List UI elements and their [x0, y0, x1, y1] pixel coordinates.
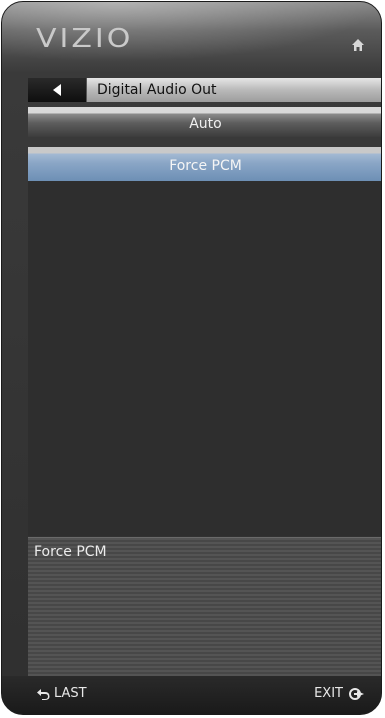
exit-label: EXIT: [314, 686, 343, 701]
home-icon[interactable]: [351, 38, 365, 52]
header: VIZIO: [2, 2, 381, 74]
left-arrow-icon: [53, 84, 61, 96]
last-label: LAST: [54, 686, 87, 701]
option-label: Auto: [189, 116, 222, 132]
footer: LAST EXIT: [2, 676, 381, 714]
menu-list-area: [28, 181, 381, 536]
menu-title: Digital Audio Out: [87, 78, 381, 102]
exit-button[interactable]: EXIT: [314, 686, 365, 701]
option-force-pcm[interactable]: Force PCM: [28, 147, 381, 181]
option-label: Force PCM: [169, 158, 242, 174]
option-auto[interactable]: Auto: [28, 107, 381, 137]
last-button[interactable]: LAST: [36, 686, 87, 701]
menu-titlebar: Digital Audio Out: [28, 78, 381, 102]
description-text: Force PCM: [34, 544, 107, 560]
description-panel: Force PCM: [28, 537, 381, 678]
exit-icon: [349, 687, 364, 700]
back-button[interactable]: [28, 78, 87, 102]
tv-menu-frame: VIZIO Digital Audio Out Auto Force PCM F…: [1, 1, 382, 715]
return-arrow-icon: [37, 688, 50, 700]
vizio-logo: VIZIO: [36, 24, 134, 54]
